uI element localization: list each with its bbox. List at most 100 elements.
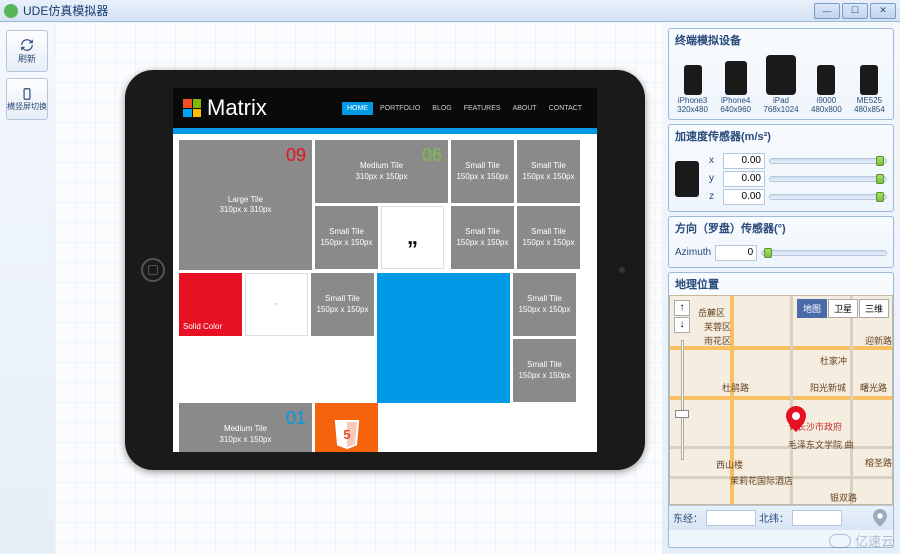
map-label: 银双路 [830, 491, 857, 504]
device-frame-ipad: Matrix HOME PORTFOLIO BLOG FEATURES ABOU… [125, 70, 645, 470]
minimize-button[interactable]: — [814, 3, 840, 19]
nav-features[interactable]: FEATURES [459, 102, 506, 115]
map-label: 迎新路 [865, 334, 892, 347]
tile-image[interactable]: ▫ [245, 273, 308, 336]
left-toolbar: 刷新 横竖屏切换 [0, 22, 55, 554]
close-button[interactable]: ✕ [870, 3, 896, 19]
nav-portfolio[interactable]: PORTFOLIO [375, 102, 425, 115]
tile-quote[interactable]: „ [381, 206, 444, 269]
map-label: 雨花区 [704, 334, 731, 347]
azimuth-slider[interactable] [761, 250, 887, 256]
map-label: 阳光新城 [810, 381, 846, 394]
home-button-icon[interactable] [141, 258, 165, 282]
refresh-label: 刷新 [18, 52, 36, 65]
map-zoom-slider[interactable] [677, 340, 687, 460]
map-label: 西山楼 [716, 458, 743, 471]
compass-panel: 方向（罗盘）传感器(°) Azimuth0 [668, 216, 894, 268]
map[interactable]: 岳麓区 芙蓉区 杜家冲 杜鹃路 阳光新城 曙光路 ★长沙市政府 毛泽东文学院 曲… [669, 295, 893, 505]
map-marker-icon [786, 406, 806, 435]
devices-title: 终端模拟设备 [669, 29, 893, 51]
quote-icon: „ [407, 223, 418, 252]
device-screen: Matrix HOME PORTFOLIO BLOG FEATURES ABOU… [173, 88, 597, 452]
axis-x-label: x [709, 155, 719, 166]
svg-text:5: 5 [343, 426, 350, 441]
tile-small[interactable]: Small Tile150px x 150px [451, 206, 514, 269]
device-iphone3[interactable]: iPhone3320x480 [677, 65, 708, 115]
tile-date: 01 [286, 407, 306, 430]
tile-date: 06 [422, 144, 442, 167]
orientation-button[interactable]: 横竖屏切换 [6, 78, 48, 120]
simulator-canvas: Matrix HOME PORTFOLIO BLOG FEATURES ABOU… [55, 22, 662, 554]
accel-z-slider[interactable] [769, 194, 887, 200]
map-tab-satellite[interactable]: 卫星 [828, 299, 858, 318]
right-panel: 终端模拟设备 iPhone3320x480 iPhone4640x960 iPa… [662, 22, 900, 554]
app-icon [4, 4, 18, 18]
map-label: 曙光路 [860, 381, 887, 394]
map-label: 榕圣路 [865, 456, 892, 469]
geo-panel: 地理位置 岳麓区 芙蓉区 杜家冲 杜鹃路 阳光新城 曙光路 ★长沙市政府 [668, 272, 894, 548]
lat-label: 北纬： [759, 510, 789, 525]
tile-small[interactable]: Small Tile150px x 150px [513, 273, 576, 336]
map-label: 茉莉花国际酒店 [730, 474, 793, 487]
tile-small[interactable]: Small Tile150px x 150px [311, 273, 374, 336]
titlebar: UDE仿真模拟器 — ☐ ✕ [0, 0, 900, 22]
refresh-button[interactable]: 刷新 [6, 30, 48, 72]
lng-label: 东经： [673, 510, 703, 525]
accel-y-slider[interactable] [769, 176, 887, 182]
tile-small[interactable]: Small Tile150px x 150px [517, 140, 580, 203]
map-label: 毛泽东文学院 曲 [788, 438, 854, 451]
accel-z-value: 0.00 [723, 189, 765, 205]
tile-date: 09 [286, 144, 306, 167]
html5-icon: 5 [332, 418, 362, 452]
map-label: 芙蓉区 [704, 320, 731, 333]
map-pan-up[interactable]: ↑ [674, 300, 690, 316]
refresh-icon [18, 38, 36, 52]
site-brand: Matrix [207, 95, 342, 121]
map-label: 岳麓区 [698, 306, 725, 319]
cloud-icon [829, 534, 851, 548]
nav-about[interactable]: ABOUT [508, 102, 542, 115]
map-pan-controls[interactable]: ↑ ↓ [674, 300, 690, 333]
tile-small[interactable]: Small Tile150px x 150px [517, 206, 580, 269]
coords-bar: 东经： 北纬： [669, 505, 893, 530]
tile-medium-1[interactable]: 06 Medium Tile 310px x 150px [315, 140, 448, 203]
accel-title: 加速度传感器(m/s²) [669, 125, 893, 147]
nav-contact[interactable]: CONTACT [544, 102, 587, 115]
camera-icon [619, 267, 625, 273]
accel-x-slider[interactable] [769, 158, 887, 164]
tile-blue-large[interactable] [377, 273, 510, 403]
accel-x-value: 0.00 [723, 153, 765, 169]
accel-y-value: 0.00 [723, 171, 765, 187]
device-thumb-icon [675, 161, 699, 197]
tile-large[interactable]: 09 Large Tile 310px x 310px [179, 140, 312, 270]
map-tab-map[interactable]: 地图 [797, 299, 827, 318]
rotate-icon [18, 87, 36, 101]
axis-y-label: y [709, 173, 719, 184]
locate-icon[interactable] [871, 509, 889, 527]
nav-home[interactable]: HOME [342, 102, 373, 115]
device-me525[interactable]: ME525480x854 [854, 65, 885, 115]
watermark: 亿速云 [829, 531, 894, 550]
tile-medium-2[interactable]: 01 Medium Tile 310px x 150px [179, 403, 312, 452]
tile-html5[interactable]: 5 [315, 403, 378, 452]
tile-small[interactable]: Small Tile150px x 150px [451, 140, 514, 203]
azimuth-value: 0 [715, 245, 757, 261]
axis-z-label: z [709, 191, 719, 202]
lat-input[interactable] [792, 510, 842, 526]
windows-logo-icon [183, 99, 201, 117]
lng-input[interactable] [706, 510, 756, 526]
tile-solid-red[interactable]: Solid Color [179, 273, 242, 336]
tile-grid: 09 Large Tile 310px x 310px 06 Medium Ti… [173, 134, 597, 452]
site-header: Matrix HOME PORTFOLIO BLOG FEATURES ABOU… [173, 88, 597, 128]
map-tab-3d[interactable]: 三维 [859, 299, 889, 318]
orientation-label: 横竖屏切换 [7, 101, 47, 112]
device-iphone4[interactable]: iPhone4640x960 [720, 61, 751, 115]
tile-small[interactable]: Small Tile150px x 150px [315, 206, 378, 269]
map-label: 杜鹃路 [722, 381, 749, 394]
tile-small[interactable]: Small Tile150px x 150px [513, 339, 576, 402]
nav-blog[interactable]: BLOG [427, 102, 456, 115]
device-ipad[interactable]: iPad768x1024 [763, 55, 798, 115]
maximize-button[interactable]: ☐ [842, 3, 868, 19]
map-pan-down[interactable]: ↓ [674, 317, 690, 333]
device-i9000[interactable]: i9000480x800 [811, 65, 842, 115]
